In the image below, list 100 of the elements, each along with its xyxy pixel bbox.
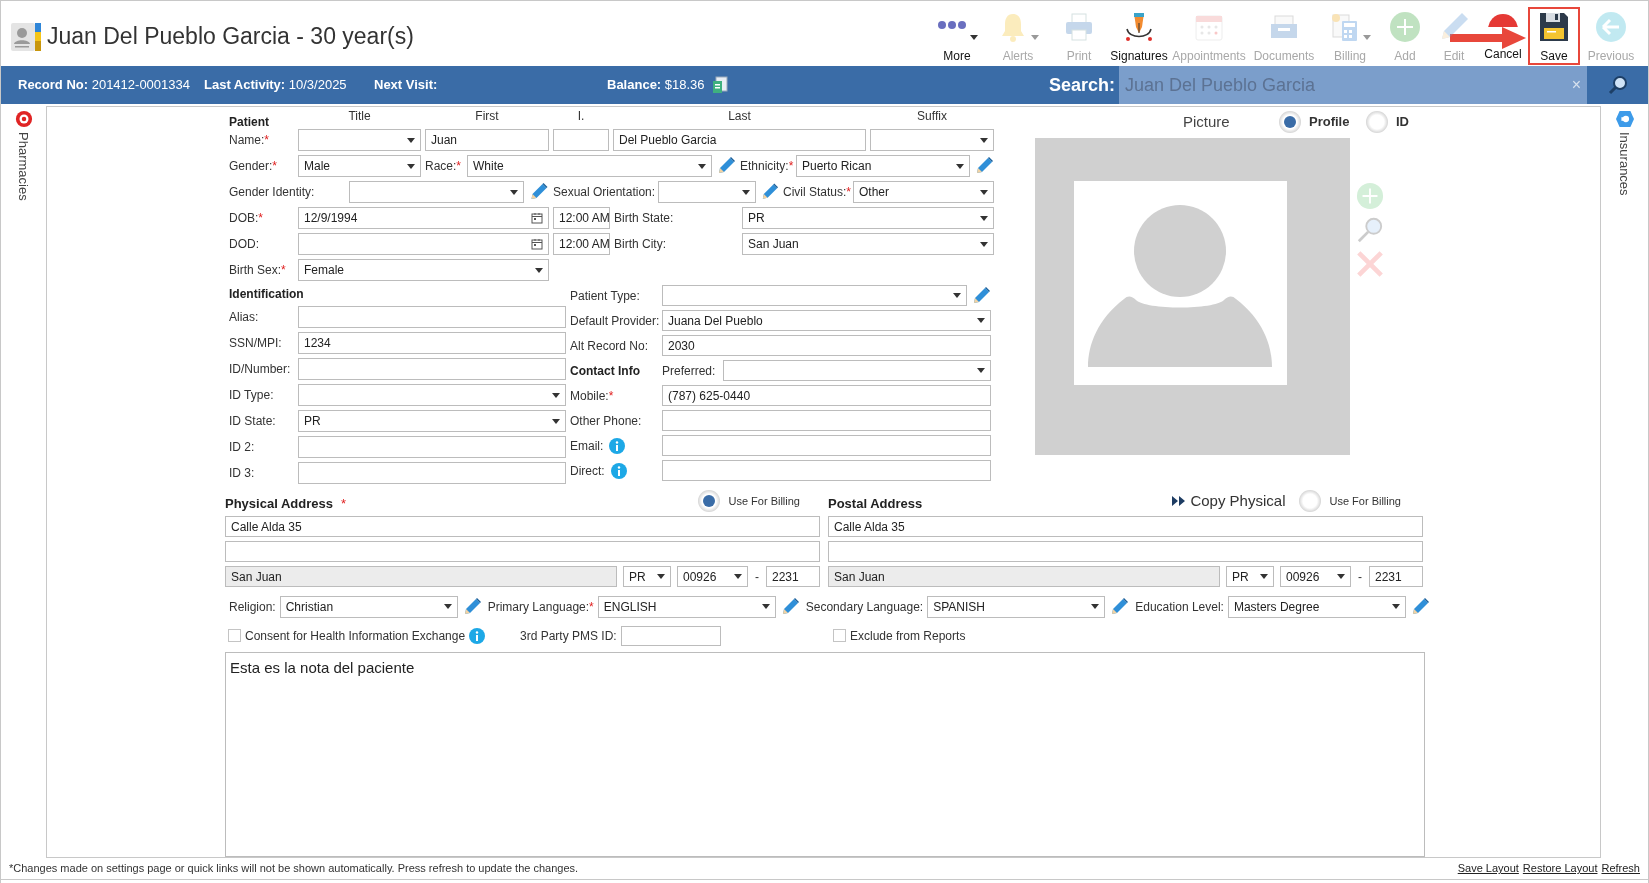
dropdown[interactable]: ENGLISH: [597, 596, 776, 618]
text-field[interactable]: Juan: [425, 129, 549, 151]
text-field[interactable]: San Juan: [828, 566, 1220, 587]
caret-icon[interactable]: [980, 189, 988, 195]
radio-label[interactable]: Use For Billing: [1329, 492, 1401, 510]
pencil-icon[interactable]: [974, 156, 994, 176]
double-arrow-icon[interactable]: [1172, 496, 1187, 506]
info-icon[interactable]: [469, 627, 486, 644]
caret-icon[interactable]: [407, 137, 415, 143]
caret-icon[interactable]: [510, 189, 518, 195]
toolbar-button[interactable]: More: [928, 6, 986, 65]
caret-icon[interactable]: [970, 34, 978, 40]
dropdown[interactable]: PR: [1226, 566, 1274, 587]
text-field[interactable]: [298, 436, 566, 458]
caret-icon[interactable]: [407, 163, 415, 169]
notes-field[interactable]: Esta es la nota del paciente: [225, 651, 1425, 857]
caret-icon[interactable]: [657, 574, 665, 579]
dropdown[interactable]: Female: [298, 259, 549, 281]
toolbar-button[interactable]: Save: [1528, 6, 1580, 65]
dropdown[interactable]: PR: [298, 410, 566, 432]
search-icon[interactable]: [1607, 75, 1628, 95]
date-field[interactable]: [298, 233, 549, 255]
text-field[interactable]: 12:00 AM: [553, 207, 610, 229]
ledger-icon[interactable]: [712, 76, 728, 94]
text-field[interactable]: [298, 358, 566, 380]
side-tab[interactable]: Pharmacies: [13, 132, 34, 201]
caret-icon[interactable]: [977, 318, 985, 323]
caret-icon[interactable]: [443, 604, 452, 610]
pencil-icon[interactable]: [760, 182, 779, 202]
text-field[interactable]: [662, 435, 991, 456]
caret-icon[interactable]: [980, 241, 988, 247]
caret-icon[interactable]: [734, 574, 742, 579]
toolbar-button[interactable]: Cancel: [1478, 6, 1528, 65]
caret-icon[interactable]: [977, 368, 985, 373]
text-field[interactable]: Calle Alda 35: [225, 516, 820, 537]
caret-icon[interactable]: [742, 189, 750, 195]
text-field[interactable]: Del Pueblo Garcia: [613, 129, 866, 151]
caret-icon[interactable]: [980, 215, 988, 221]
dropdown[interactable]: SPANISH: [927, 596, 1106, 618]
text-field[interactable]: [298, 462, 566, 484]
text-field[interactable]: San Juan: [225, 566, 617, 587]
footer-link[interactable]: Refresh: [1601, 860, 1640, 877]
text-field[interactable]: 2030: [662, 335, 991, 356]
footer-link[interactable]: Save Layout: [1457, 860, 1519, 877]
toolbar-button[interactable]: Signatures: [1108, 6, 1170, 65]
pencil-icon[interactable]: [1109, 596, 1130, 617]
caret-icon[interactable]: [698, 163, 706, 169]
text-field[interactable]: 12:00 AM: [553, 233, 610, 255]
caret-icon[interactable]: [1260, 574, 1268, 579]
pen-nib-icon[interactable]: [1123, 10, 1155, 43]
radio-button[interactable]: [1279, 111, 1301, 133]
caret-icon[interactable]: [956, 163, 964, 169]
caret-icon[interactable]: [980, 137, 988, 143]
text-field[interactable]: [828, 541, 1423, 562]
checkbox[interactable]: [833, 629, 846, 643]
info-icon[interactable]: [610, 462, 627, 479]
side-tab[interactable]: Insurances: [1614, 132, 1635, 196]
text-field[interactable]: [662, 410, 991, 431]
text-field[interactable]: (787) 625-0440: [662, 385, 991, 406]
dropdown[interactable]: PR: [623, 566, 671, 587]
text-field[interactable]: Calle Alda 35: [828, 516, 1423, 537]
dropdown[interactable]: 00926: [1280, 566, 1351, 587]
copy-physical-button[interactable]: Copy Physical: [1172, 489, 1286, 513]
caret-icon[interactable]: [1337, 574, 1345, 579]
caret-icon[interactable]: [535, 267, 543, 273]
dropdown[interactable]: White: [467, 155, 712, 177]
text-field[interactable]: 2231: [766, 566, 820, 587]
caret-icon[interactable]: [552, 392, 560, 398]
radio-label[interactable]: Use For Billing: [728, 492, 800, 510]
text-field[interactable]: [225, 541, 820, 562]
text-field[interactable]: [298, 306, 566, 328]
caret-icon[interactable]: [953, 293, 961, 298]
shield-icon[interactable]: [1614, 110, 1635, 128]
checkbox-label[interactable]: Exclude from Reports: [850, 626, 966, 645]
radio-button[interactable]: [698, 490, 721, 512]
footer-link[interactable]: Restore Layout: [1522, 860, 1598, 877]
text-field[interactable]: 2231: [1369, 566, 1423, 587]
dropdown[interactable]: San Juan: [742, 233, 994, 255]
pencil-icon[interactable]: [716, 156, 736, 176]
dropdown[interactable]: Puerto Rican: [796, 155, 970, 177]
dropdown[interactable]: Masters Degree: [1227, 596, 1406, 618]
caret-icon[interactable]: [552, 418, 560, 424]
info-icon[interactable]: [609, 437, 626, 454]
dropdown[interactable]: Male: [298, 155, 421, 177]
radio-label[interactable]: Profile: [1309, 112, 1350, 132]
calendar-icon[interactable]: [531, 238, 543, 250]
caret-icon[interactable]: [1091, 604, 1100, 610]
radio-button[interactable]: [1366, 111, 1388, 133]
radio-label[interactable]: ID: [1396, 112, 1409, 132]
checkbox-label[interactable]: Consent for Health Information Exchange: [245, 626, 466, 645]
caret-icon[interactable]: [1391, 604, 1400, 610]
date-field[interactable]: 12/9/1994: [298, 207, 549, 229]
text-field[interactable]: [662, 460, 991, 481]
checkbox[interactable]: [228, 629, 241, 643]
text-field[interactable]: [620, 625, 721, 646]
caret-icon[interactable]: [761, 604, 770, 610]
pencil-icon[interactable]: [971, 285, 991, 306]
target-icon[interactable]: [14, 110, 33, 128]
dropdown[interactable]: 00926: [677, 566, 748, 587]
dropdown[interactable]: Juana Del Pueblo: [662, 310, 991, 331]
